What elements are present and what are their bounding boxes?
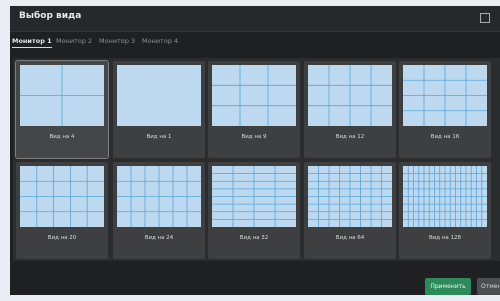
dialog-footer: Применить Отмена	[10, 273, 500, 301]
view-card-64[interactable]: Вид на 64	[304, 162, 396, 259]
view-card-1[interactable]: Вид на 1	[113, 61, 205, 158]
view-card-16[interactable]: Вид на 16	[399, 61, 491, 158]
view-label: Вид на 128	[428, 235, 462, 241]
monitor-tabs: Монитор 1 Монитор 2 Монитор 3 Монитор 4	[10, 35, 500, 49]
preview-background	[117, 65, 201, 126]
view-label: Вид на 12	[335, 134, 365, 140]
view-preview	[403, 65, 487, 126]
tab-monitor-1[interactable]: Монитор 1	[12, 37, 52, 48]
view-select-dialog: Выбор вида Монитор 1 Монитор 2 Монитор 3…	[10, 6, 500, 295]
view-preview	[117, 65, 201, 126]
view-card-20[interactable]: Вид на 20	[16, 162, 108, 259]
tab-monitor-3[interactable]: Монитор 3	[99, 37, 135, 45]
view-label: Вид на 9	[241, 134, 267, 140]
apply-button[interactable]: Применить	[425, 278, 471, 295]
preview-background	[212, 65, 296, 126]
dialog-title: Выбор вида	[19, 11, 82, 21]
view-preview	[117, 166, 201, 227]
view-preview	[308, 65, 392, 126]
tab-monitor-4[interactable]: Монитор 4	[142, 37, 178, 45]
view-grid-panel: Вид на 4 Вид на 1 Вид на 9 Вид на 12 Вид…	[13, 58, 500, 261]
view-label: Вид на 24	[144, 235, 174, 241]
cancel-button[interactable]: Отмена	[477, 278, 500, 295]
maximize-icon[interactable]	[480, 13, 490, 23]
view-label: Вид на 16	[430, 134, 460, 140]
view-card-24[interactable]: Вид на 24	[113, 162, 205, 259]
view-preview	[20, 65, 104, 126]
view-label: Вид на 4	[49, 134, 75, 140]
tab-monitor-2[interactable]: Монитор 2	[56, 37, 92, 45]
view-label: Вид на 64	[335, 235, 365, 241]
view-card-32[interactable]: Вид на 32	[208, 162, 300, 259]
view-card-4[interactable]: Вид на 4	[15, 60, 109, 159]
view-card-9[interactable]: Вид на 9	[208, 61, 300, 158]
view-preview	[20, 166, 104, 227]
view-preview	[308, 166, 392, 227]
dialog-titlebar: Выбор вида	[10, 6, 500, 32]
view-label: Вид на 32	[239, 235, 269, 241]
view-preview	[403, 166, 487, 227]
view-label: Вид на 20	[47, 235, 77, 241]
view-card-12[interactable]: Вид на 12	[304, 61, 396, 158]
view-label: Вид на 1	[146, 134, 172, 140]
view-card-128[interactable]: Вид на 128	[399, 162, 491, 259]
view-preview	[212, 65, 296, 126]
view-preview	[212, 166, 296, 227]
